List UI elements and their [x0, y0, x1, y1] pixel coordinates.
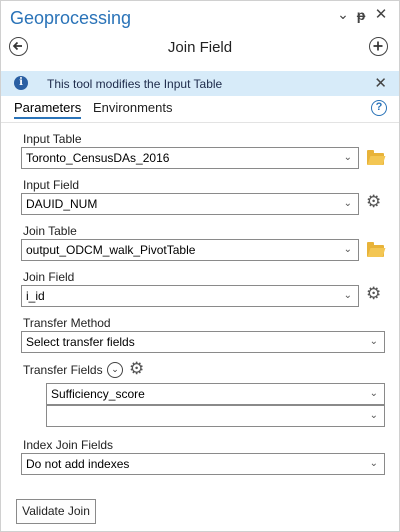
tool-title: Join Field [167, 39, 233, 56]
chevron-down-icon[interactable]: ⌄ [344, 286, 352, 306]
transfer-field-row-empty[interactable]: ⌄ [46, 405, 385, 427]
tabs-divider [1, 122, 399, 123]
join-table-value: output_ODCM_walk_PivotTable [26, 243, 196, 257]
gear-icon[interactable]: ⚙ [366, 194, 381, 211]
join-table-label: Join Table [23, 224, 77, 238]
chevron-down-icon[interactable]: ⌄ [344, 194, 352, 214]
info-banner: i This tool modifies the Input Table ✕ [1, 71, 399, 96]
index-join-fields-value: Do not add indexes [26, 457, 130, 471]
plus-icon[interactable] [369, 37, 388, 56]
chevron-down-icon[interactable]: ⌄ [370, 454, 378, 474]
collapse-chevron-icon[interactable]: ⌄ [107, 362, 123, 378]
chevron-down-icon[interactable]: ⌄ [370, 384, 378, 404]
info-icon: i [14, 76, 28, 90]
transfer-method-value: Select transfer fields [26, 335, 135, 349]
browse-folder-icon[interactable] [367, 150, 384, 165]
transfer-field-value: Sufficiency_score [51, 387, 145, 401]
help-icon[interactable]: ? [371, 100, 387, 116]
join-table-combobox[interactable]: output_ODCM_walk_PivotTable ⌄ [21, 239, 359, 261]
join-field-value: i_id [26, 289, 45, 303]
chevron-down-icon[interactable]: ⌄ [370, 406, 378, 426]
transfer-fields-label: Transfer Fields [23, 363, 103, 377]
tab-parameters[interactable]: Parameters [14, 100, 82, 119]
close-pane-icon[interactable]: ✕ [373, 7, 389, 23]
chevron-down-icon[interactable]: ⌄ [370, 332, 378, 352]
transfer-field-row[interactable]: Sufficiency_score ⌄ [46, 383, 385, 405]
tool-header: Join Field [1, 33, 399, 61]
input-table-combobox[interactable]: Toronto_CensusDAs_2016 ⌄ [21, 147, 359, 169]
input-field-label: Input Field [23, 178, 80, 192]
input-field-value: DAUID_NUM [26, 197, 98, 211]
geoprocessing-pane: Geoprocessing ⌄ ᵽ ✕ Join Field i This to… [0, 0, 400, 532]
chevron-down-icon[interactable]: ⌄ [344, 240, 352, 260]
tab-bar: Parameters Environments ? [1, 100, 399, 122]
join-field-combobox[interactable]: i_id ⌄ [21, 285, 359, 307]
title-bar: Geoprocessing ⌄ ᵽ ✕ [1, 1, 399, 31]
transfer-method-combobox[interactable]: Select transfer fields ⌄ [21, 331, 385, 353]
tab-environments[interactable]: Environments [93, 100, 172, 115]
index-join-fields-label: Index Join Fields [23, 438, 114, 452]
info-banner-message: This tool modifies the Input Table [47, 77, 223, 91]
chevron-down-icon[interactable]: ⌄ [344, 148, 352, 168]
validate-join-button[interactable]: Validate Join [16, 499, 96, 524]
index-join-fields-combobox[interactable]: Do not add indexes ⌄ [21, 453, 385, 475]
pane-title: Geoprocessing [10, 8, 132, 28]
transfer-method-label: Transfer Method [23, 316, 111, 330]
auto-hide-pin-icon[interactable]: ᵽ [353, 7, 369, 23]
browse-folder-icon[interactable] [367, 242, 384, 257]
dismiss-banner-icon[interactable]: ✕ [374, 74, 387, 92]
input-table-value: Toronto_CensusDAs_2016 [26, 151, 170, 165]
gear-icon[interactable]: ⚙ [366, 286, 381, 303]
input-table-label: Input Table [23, 132, 82, 146]
pane-options-chevron-icon[interactable]: ⌄ [335, 6, 351, 22]
input-field-combobox[interactable]: DAUID_NUM ⌄ [21, 193, 359, 215]
join-field-label: Join Field [23, 270, 75, 284]
gear-icon[interactable]: ⚙ [129, 361, 144, 378]
